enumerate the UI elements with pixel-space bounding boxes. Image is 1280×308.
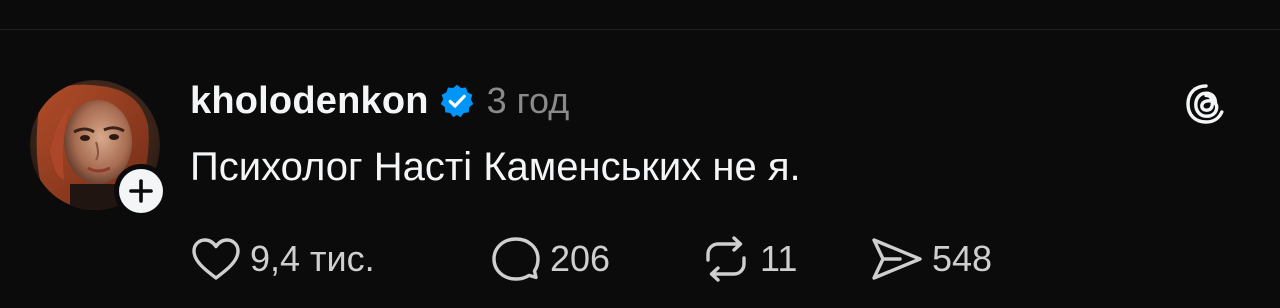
top-divider [0, 29, 1280, 30]
repost-count: 11 [760, 238, 798, 279]
send-icon [872, 238, 922, 280]
post-header: kholodenkon 3 год [190, 78, 569, 124]
share-count: 548 [932, 238, 993, 279]
like-count: 9,4 тис. [250, 238, 375, 279]
heart-icon [192, 238, 240, 280]
author-avatar-container[interactable] [30, 80, 168, 218]
plus-icon [129, 179, 153, 203]
reply-button[interactable]: 206 [490, 235, 700, 283]
post-actions-bar: 9,4 тис. 206 11 548 [190, 234, 992, 284]
threads-logo-icon[interactable] [1182, 80, 1230, 128]
repost-button[interactable]: 11 [700, 236, 870, 282]
reply-count: 206 [550, 238, 611, 279]
threads-post-view: kholodenkon 3 год Психолог Насті Каменсь… [0, 0, 1280, 308]
author-username[interactable]: kholodenkon [190, 80, 429, 123]
repost-icon [706, 236, 746, 282]
post-timestamp: 3 год [486, 80, 570, 121]
post-body-text: Психолог Насті Каменських не я. [190, 145, 801, 189]
verified-badge-icon [440, 84, 473, 118]
follow-button-inner [119, 169, 163, 213]
follow-button[interactable] [114, 164, 168, 218]
like-button[interactable]: 9,4 тис. [190, 236, 490, 282]
share-button[interactable]: 548 [870, 236, 992, 282]
comment-icon [492, 237, 540, 281]
